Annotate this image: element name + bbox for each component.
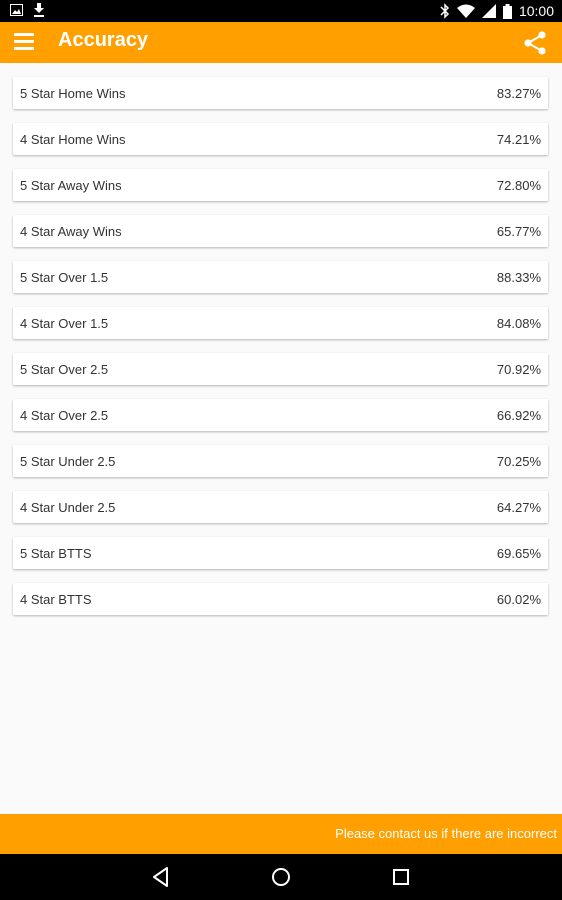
list-item[interactable]: 5 Star BTTS 69.65% — [13, 537, 548, 569]
item-label: 4 Star Home Wins — [20, 132, 126, 147]
signal-icon — [481, 4, 496, 18]
item-percentage: 65.77% — [496, 224, 541, 239]
item-label: 4 Star Away Wins — [20, 224, 122, 239]
item-percentage: 66.92% — [496, 408, 541, 423]
item-label: 4 Star BTTS — [20, 592, 92, 607]
item-label: 5 Star Away Wins — [20, 178, 122, 193]
menu-icon[interactable] — [14, 33, 34, 51]
list-item[interactable]: 4 Star BTTS 60.02% — [13, 583, 548, 615]
bluetooth-icon — [440, 3, 450, 19]
list-item[interactable]: 5 Star Away Wins 72.80% — [13, 169, 548, 201]
list-item[interactable]: 4 Star Away Wins 65.77% — [13, 215, 548, 247]
item-percentage: 70.92% — [496, 362, 541, 377]
item-percentage: 88.33% — [496, 270, 541, 285]
status-time: 10:00 — [518, 3, 554, 19]
item-percentage: 84.08% — [496, 316, 541, 331]
list-item[interactable]: 4 Star Under 2.5 64.27% — [13, 491, 548, 523]
navigation-bar — [0, 854, 562, 900]
back-icon[interactable] — [149, 865, 173, 889]
image-icon — [10, 4, 23, 16]
item-percentage: 83.27% — [496, 86, 541, 101]
item-label: 5 Star Home Wins — [20, 86, 126, 101]
battery-icon — [502, 3, 512, 19]
list-item[interactable]: 5 Star Over 1.5 88.33% — [13, 261, 548, 293]
item-label: 5 Star BTTS — [20, 546, 92, 561]
footer-banner[interactable]: Please contact us if there are incorrect — [0, 814, 562, 854]
list-item[interactable]: 4 Star Home Wins 74.21% — [13, 123, 548, 155]
list-item[interactable]: 4 Star Over 1.5 84.08% — [13, 307, 548, 339]
item-label: 5 Star Over 2.5 — [20, 362, 109, 377]
accuracy-list: 5 Star Home Wins 83.27% 4 Star Home Wins… — [13, 77, 548, 629]
list-item[interactable]: 5 Star Under 2.5 70.25% — [13, 445, 548, 477]
item-percentage: 74.21% — [496, 132, 541, 147]
item-label: 4 Star Over 2.5 — [20, 408, 109, 423]
item-label: 4 Star Over 1.5 — [20, 316, 109, 331]
item-label: 4 Star Under 2.5 — [20, 500, 116, 515]
item-percentage: 72.80% — [496, 178, 541, 193]
status-bar: 10:00 — [0, 0, 562, 22]
app-bar: Accuracy — [0, 22, 562, 63]
item-label: 5 Star Over 1.5 — [20, 270, 109, 285]
recents-icon[interactable] — [389, 865, 413, 889]
item-label: 5 Star Under 2.5 — [20, 454, 116, 469]
home-icon[interactable] — [269, 865, 293, 889]
item-percentage: 70.25% — [496, 454, 541, 469]
wifi-icon — [456, 4, 475, 18]
list-item[interactable]: 5 Star Over 2.5 70.92% — [13, 353, 548, 385]
footer-message: Please contact us if there are incorrect — [335, 826, 557, 841]
item-percentage: 60.02% — [496, 592, 541, 607]
share-icon[interactable] — [522, 30, 548, 56]
list-item[interactable]: 5 Star Home Wins 83.27% — [13, 77, 548, 109]
page-title: Accuracy — [58, 29, 149, 51]
item-percentage: 69.65% — [496, 546, 541, 561]
list-item[interactable]: 4 Star Over 2.5 66.92% — [13, 399, 548, 431]
download-icon — [34, 3, 44, 17]
item-percentage: 64.27% — [496, 500, 541, 515]
